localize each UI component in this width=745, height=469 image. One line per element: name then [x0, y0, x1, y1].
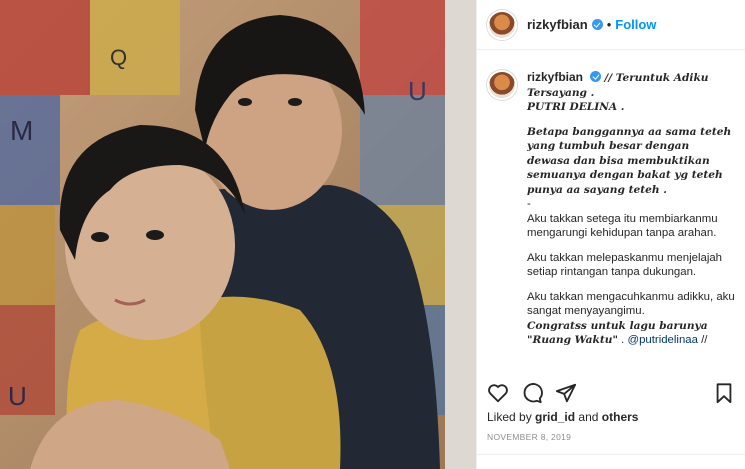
verified-badge-icon: [590, 71, 602, 82]
caption-row: rizkyfbian // Teruntuk Adiku Tersayang .…: [487, 70, 735, 348]
mention-link[interactable]: @putridelinaa: [628, 334, 698, 346]
caption-line-2: PUTRI DELINA .: [527, 101, 625, 113]
caption-paragraph-1: Aku takkan setega itu membiarkanmu menga…: [527, 212, 718, 240]
liked-by-others[interactable]: others: [602, 410, 639, 424]
caption-paragraph-3: Aku takkan mengacuhkanmu adikku, aku san…: [527, 290, 735, 318]
separator-dot: •: [606, 17, 612, 32]
caption-paragraph-2: Aku takkan melepaskanmu menjelajah setia…: [527, 251, 723, 279]
caption-mention-dot: .: [621, 334, 625, 346]
action-bar: [477, 378, 745, 408]
liked-by-prefix: Liked by: [487, 410, 532, 424]
comment-icon[interactable]: [521, 382, 543, 404]
verified-badge-icon: [591, 19, 603, 30]
caption-paragraph-serif: Betapa banggannya aa sama teteh yang tum…: [527, 125, 732, 196]
comments-section[interactable]: rizkyfbian // Teruntuk Adiku Tersayang .…: [477, 50, 745, 372]
post-sidebar: rizkyfbian • Follow rizkyfbian // Terunt…: [476, 0, 745, 469]
caption-avatar[interactable]: [487, 70, 517, 100]
follow-button[interactable]: Follow: [615, 17, 656, 32]
post-photo[interactable]: U M U Q: [0, 0, 476, 469]
heart-icon[interactable]: [487, 382, 509, 404]
avatar[interactable]: [487, 9, 517, 40]
liked-by-and: and: [578, 410, 599, 424]
divider: [477, 454, 745, 455]
liked-by-user[interactable]: grid_id: [535, 410, 575, 424]
post-date[interactable]: NOVEMBER 8, 2019: [487, 432, 571, 442]
bookmark-icon[interactable]: [713, 382, 735, 404]
caption-tail: //: [701, 334, 708, 346]
likes-summary: Liked by grid_id and others: [487, 410, 638, 424]
caption-text: rizkyfbian // Teruntuk Adiku Tersayang .…: [527, 70, 735, 348]
caption-username[interactable]: rizkyfbian: [527, 70, 583, 84]
post-header: rizkyfbian • Follow: [477, 0, 745, 50]
share-icon[interactable]: [555, 382, 577, 404]
header-username[interactable]: rizkyfbian: [527, 17, 588, 32]
caption-dash: -: [527, 198, 531, 210]
post-photo-image: U M U Q: [0, 0, 476, 469]
